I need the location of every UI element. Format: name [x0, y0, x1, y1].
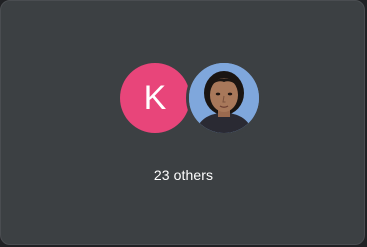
participants-overflow-tile[interactable]: K 23 others — [0, 0, 365, 245]
participant-photo-icon — [189, 63, 259, 133]
avatar-initial-letter: K — [143, 78, 167, 117]
avatar-photo — [186, 60, 262, 136]
avatar-group: K — [120, 60, 265, 136]
avatar-initial-k: K — [120, 63, 190, 133]
others-count-label: 23 others — [153, 167, 214, 183]
